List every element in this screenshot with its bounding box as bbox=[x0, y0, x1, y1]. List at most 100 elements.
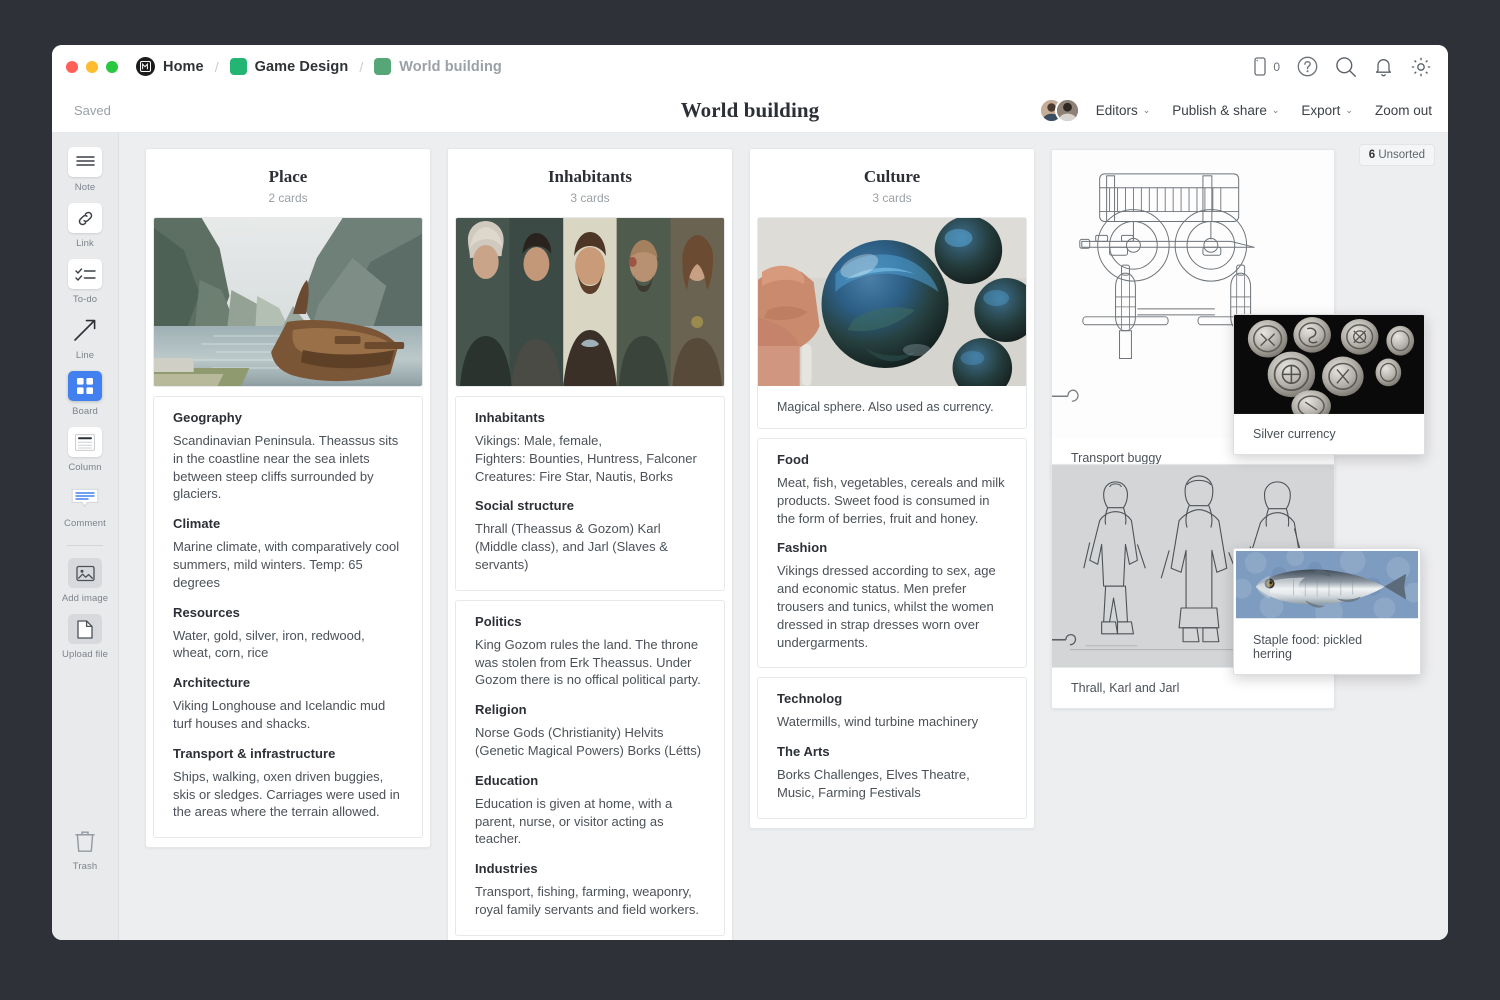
board-canvas[interactable]: 6 Unsorted Place 2 cards bbox=[119, 133, 1448, 940]
unsorted-count: 6 bbox=[1369, 149, 1375, 161]
unsorted-item-silver-currency[interactable]: Silver currency bbox=[1233, 314, 1425, 455]
column-card-count: 3 cards bbox=[750, 191, 1034, 205]
column-title: Place bbox=[146, 167, 430, 187]
field-text: King Gozom rules the land. The throne wa… bbox=[475, 636, 705, 689]
field-text: Marine climate, with comparatively cool … bbox=[173, 538, 403, 591]
field-heading: Geography bbox=[173, 410, 403, 425]
field-heading: Food bbox=[777, 452, 1007, 467]
mobile-badge-count: 0 bbox=[1273, 60, 1280, 74]
saved-status: Saved bbox=[74, 103, 111, 118]
sidebar-item-trash[interactable]: Trash bbox=[52, 826, 118, 872]
board-column-place[interactable]: Place 2 cards bbox=[145, 148, 431, 848]
breadcrumb-item-world-building[interactable]: World building bbox=[374, 58, 502, 75]
field-heading: The Arts bbox=[777, 744, 1007, 759]
sidebar-label-column: Column bbox=[68, 462, 101, 473]
comment-icon bbox=[68, 483, 102, 513]
card-body: Inhabitants Vikings: Male, female, Fight… bbox=[456, 397, 724, 590]
card-food-fashion[interactable]: Food Meat, fish, vegetables, cereals and… bbox=[757, 438, 1027, 668]
teal-square-icon bbox=[230, 58, 247, 75]
line-arrow-icon bbox=[68, 315, 102, 345]
zoom-out-button[interactable]: Zoom out bbox=[1375, 103, 1432, 118]
export-label: Export bbox=[1301, 103, 1340, 118]
card-place-details[interactable]: Geography Scandinavian Peninsula. Theass… bbox=[153, 396, 423, 838]
sidebar-item-line[interactable]: Line bbox=[52, 315, 118, 361]
unsorted-caption: Staple food: pickled herring bbox=[1234, 620, 1420, 674]
sidebar-divider bbox=[67, 545, 103, 546]
card-politics[interactable]: Politics King Gozom rules the land. The … bbox=[455, 600, 725, 936]
chevron-down-icon: ⌄ bbox=[1345, 105, 1353, 116]
unsorted-caption: Silver currency bbox=[1234, 414, 1424, 454]
field-heading: Technolog bbox=[777, 691, 1007, 706]
help-icon[interactable] bbox=[1297, 56, 1318, 77]
breadcrumb-item-home[interactable]: Home bbox=[136, 57, 204, 76]
field-text: Thrall (Theassus & Gozom) Karl (Middle c… bbox=[475, 520, 705, 573]
field-heading: Education bbox=[475, 773, 705, 788]
title-bar: Home / Game Design / World building 0 bbox=[52, 45, 1448, 88]
column-header: Place 2 cards bbox=[146, 149, 430, 217]
column-header: Inhabitants 3 cards bbox=[448, 149, 732, 217]
card-body: Geography Scandinavian Peninsula. Theass… bbox=[154, 397, 422, 837]
export-menu[interactable]: Export ⌄ bbox=[1301, 103, 1353, 118]
breadcrumb-label-home: Home bbox=[163, 59, 204, 75]
field-heading: Social structure bbox=[475, 498, 705, 513]
mobile-icon[interactable]: 0 bbox=[1254, 57, 1280, 76]
field-heading: Religion bbox=[475, 702, 705, 717]
card-inhabitants-details[interactable]: Inhabitants Vikings: Male, female, Fight… bbox=[455, 396, 725, 591]
unsorted-label: Unsorted bbox=[1378, 149, 1425, 161]
document-toolbar: Saved World building Editors ⌄ Publish &… bbox=[52, 88, 1448, 133]
sidebar-item-column[interactable]: Column bbox=[52, 427, 118, 473]
labradorite-sphere-photo bbox=[758, 218, 1026, 386]
sidebar-item-link[interactable]: Link bbox=[52, 203, 118, 249]
unsorted-badge[interactable]: 6 Unsorted bbox=[1359, 144, 1435, 166]
minimize-window-button[interactable] bbox=[86, 61, 98, 73]
breadcrumb-label-world-building: World building bbox=[399, 59, 502, 75]
link-icon bbox=[68, 203, 102, 233]
maximize-window-button[interactable] bbox=[106, 61, 118, 73]
card-magical-sphere[interactable]: Magical sphere. Also used as currency. bbox=[757, 217, 1027, 429]
sidebar-label-board: Board bbox=[72, 406, 98, 417]
editors-menu[interactable]: Editors ⌄ bbox=[1096, 103, 1151, 118]
board-column-culture[interactable]: Culture 3 cards bbox=[749, 148, 1035, 829]
publish-share-menu[interactable]: Publish & share ⌄ bbox=[1172, 103, 1279, 118]
sidebar-label-add-image: Add image bbox=[62, 593, 108, 604]
board-icon bbox=[68, 371, 102, 401]
field-heading: Architecture bbox=[173, 675, 403, 690]
field-text: Viking Longhouse and Icelandic mud turf … bbox=[173, 697, 403, 733]
column-header: Culture 3 cards bbox=[750, 149, 1034, 217]
field-text: Water, gold, silver, iron, redwood, whea… bbox=[173, 627, 403, 663]
field-text: Education is given at home, with a paren… bbox=[475, 795, 705, 848]
settings-gear-icon[interactable] bbox=[1410, 56, 1432, 78]
herring-fish-photo bbox=[1234, 549, 1420, 620]
milanote-logo-icon bbox=[136, 57, 155, 76]
card-technology-arts[interactable]: Technolog Watermills, wind turbine machi… bbox=[757, 677, 1027, 818]
card-body: Technolog Watermills, wind turbine machi… bbox=[758, 678, 1026, 817]
sidebar-item-note[interactable]: Note bbox=[52, 147, 118, 193]
add-image-icon bbox=[68, 558, 102, 588]
breadcrumb-item-game-design[interactable]: Game Design bbox=[230, 58, 349, 75]
field-heading: Inhabitants bbox=[475, 410, 705, 425]
field-heading: Industries bbox=[475, 861, 705, 876]
card-place-photo[interactable] bbox=[153, 217, 423, 387]
sidebar-item-comment[interactable]: Comment bbox=[52, 483, 118, 529]
field-heading: Transport & infrastructure bbox=[173, 746, 403, 761]
card-inhabitants-photo[interactable] bbox=[455, 217, 725, 387]
notifications-bell-icon[interactable] bbox=[1374, 56, 1393, 77]
silver-coins-photo bbox=[1234, 315, 1424, 414]
card-body: Politics King Gozom rules the land. The … bbox=[456, 601, 724, 935]
chevron-down-icon: ⌄ bbox=[1143, 105, 1151, 116]
editor-avatars[interactable] bbox=[1039, 98, 1080, 123]
search-icon[interactable] bbox=[1335, 56, 1357, 78]
sidebar-item-upload-file[interactable]: Upload file bbox=[52, 614, 118, 660]
field-text: Norse Gods (Christianity) Helvits (Genet… bbox=[475, 724, 705, 760]
field-text: Meat, fish, vegetables, cereals and milk… bbox=[777, 474, 1007, 527]
sidebar-item-add-image[interactable]: Add image bbox=[52, 558, 118, 604]
close-window-button[interactable] bbox=[66, 61, 78, 73]
field-text: Watermills, wind turbine machinery bbox=[777, 713, 1007, 731]
unsorted-item-pickled-herring[interactable]: Staple food: pickled herring bbox=[1233, 548, 1421, 675]
column-card-count: 3 cards bbox=[448, 191, 732, 205]
sidebar-item-board[interactable]: Board bbox=[52, 371, 118, 417]
upload-file-icon bbox=[68, 614, 102, 644]
editors-label: Editors bbox=[1096, 103, 1138, 118]
sidebar-item-todo[interactable]: To-do bbox=[52, 259, 118, 305]
board-column-inhabitants[interactable]: Inhabitants 3 cards bbox=[447, 148, 733, 940]
